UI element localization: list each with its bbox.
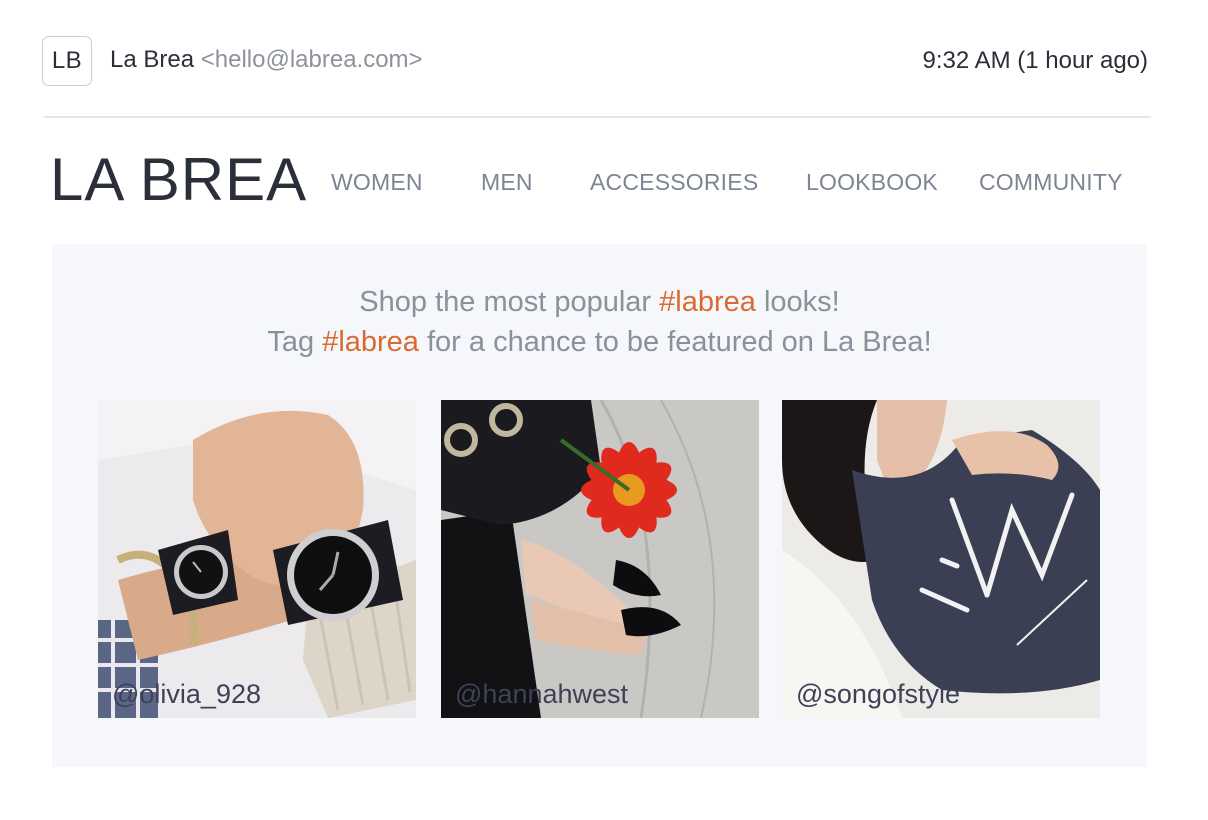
nav-men[interactable]: MEN <box>481 169 533 196</box>
sender-name: La Brea <box>110 46 195 73</box>
tagline-line-2: Tag #labrea for a chance to be featured … <box>52 326 1147 359</box>
header-divider <box>44 116 1151 118</box>
tagline-text: looks! <box>755 286 840 318</box>
tagline-line-1: Shop the most popular #labrea looks! <box>52 286 1147 319</box>
community-photo-flower-heels[interactable]: @hannahwest <box>441 400 759 718</box>
tshirt-photo-icon <box>782 400 1100 718</box>
tagline-text: Tag <box>267 326 323 358</box>
community-photo-tshirt[interactable]: @songofstyle <box>782 400 1100 718</box>
sender[interactable]: La Brea <hello@labrea.com> <box>110 46 423 74</box>
community-photo-watches[interactable]: @olivia_928 <box>98 400 416 718</box>
hashtag-link[interactable]: #labrea <box>659 286 756 318</box>
nav-lookbook[interactable]: LOOKBOOK <box>806 169 938 196</box>
hashtag-link[interactable]: #labrea <box>322 326 419 358</box>
nav-accessories[interactable]: ACCESSORIES <box>590 169 758 196</box>
email-timestamp: 9:32 AM (1 hour ago) <box>922 47 1148 74</box>
sender-email: <hello@labrea.com> <box>200 46 423 73</box>
tagline-text: for a chance to be featured on La Brea! <box>418 326 932 358</box>
photo-handle[interactable]: @hannahwest <box>455 679 628 710</box>
nav-women[interactable]: WOMEN <box>331 169 423 196</box>
watches-photo-icon <box>98 400 416 718</box>
flower-heels-photo-icon <box>441 400 759 718</box>
photo-handle[interactable]: @songofstyle <box>796 679 960 710</box>
community-panel: Shop the most popular #labrea looks! Tag… <box>52 244 1147 767</box>
photo-handle[interactable]: @olivia_928 <box>112 679 261 710</box>
tagline-text: Shop the most popular <box>359 286 660 318</box>
nav-community[interactable]: COMMUNITY <box>979 169 1123 196</box>
email-header: LB La Brea <hello@labrea.com> 9:32 AM (1… <box>0 0 1208 118</box>
sender-avatar[interactable]: LB <box>42 36 92 86</box>
brand-logo[interactable]: LA BREA <box>50 145 307 215</box>
